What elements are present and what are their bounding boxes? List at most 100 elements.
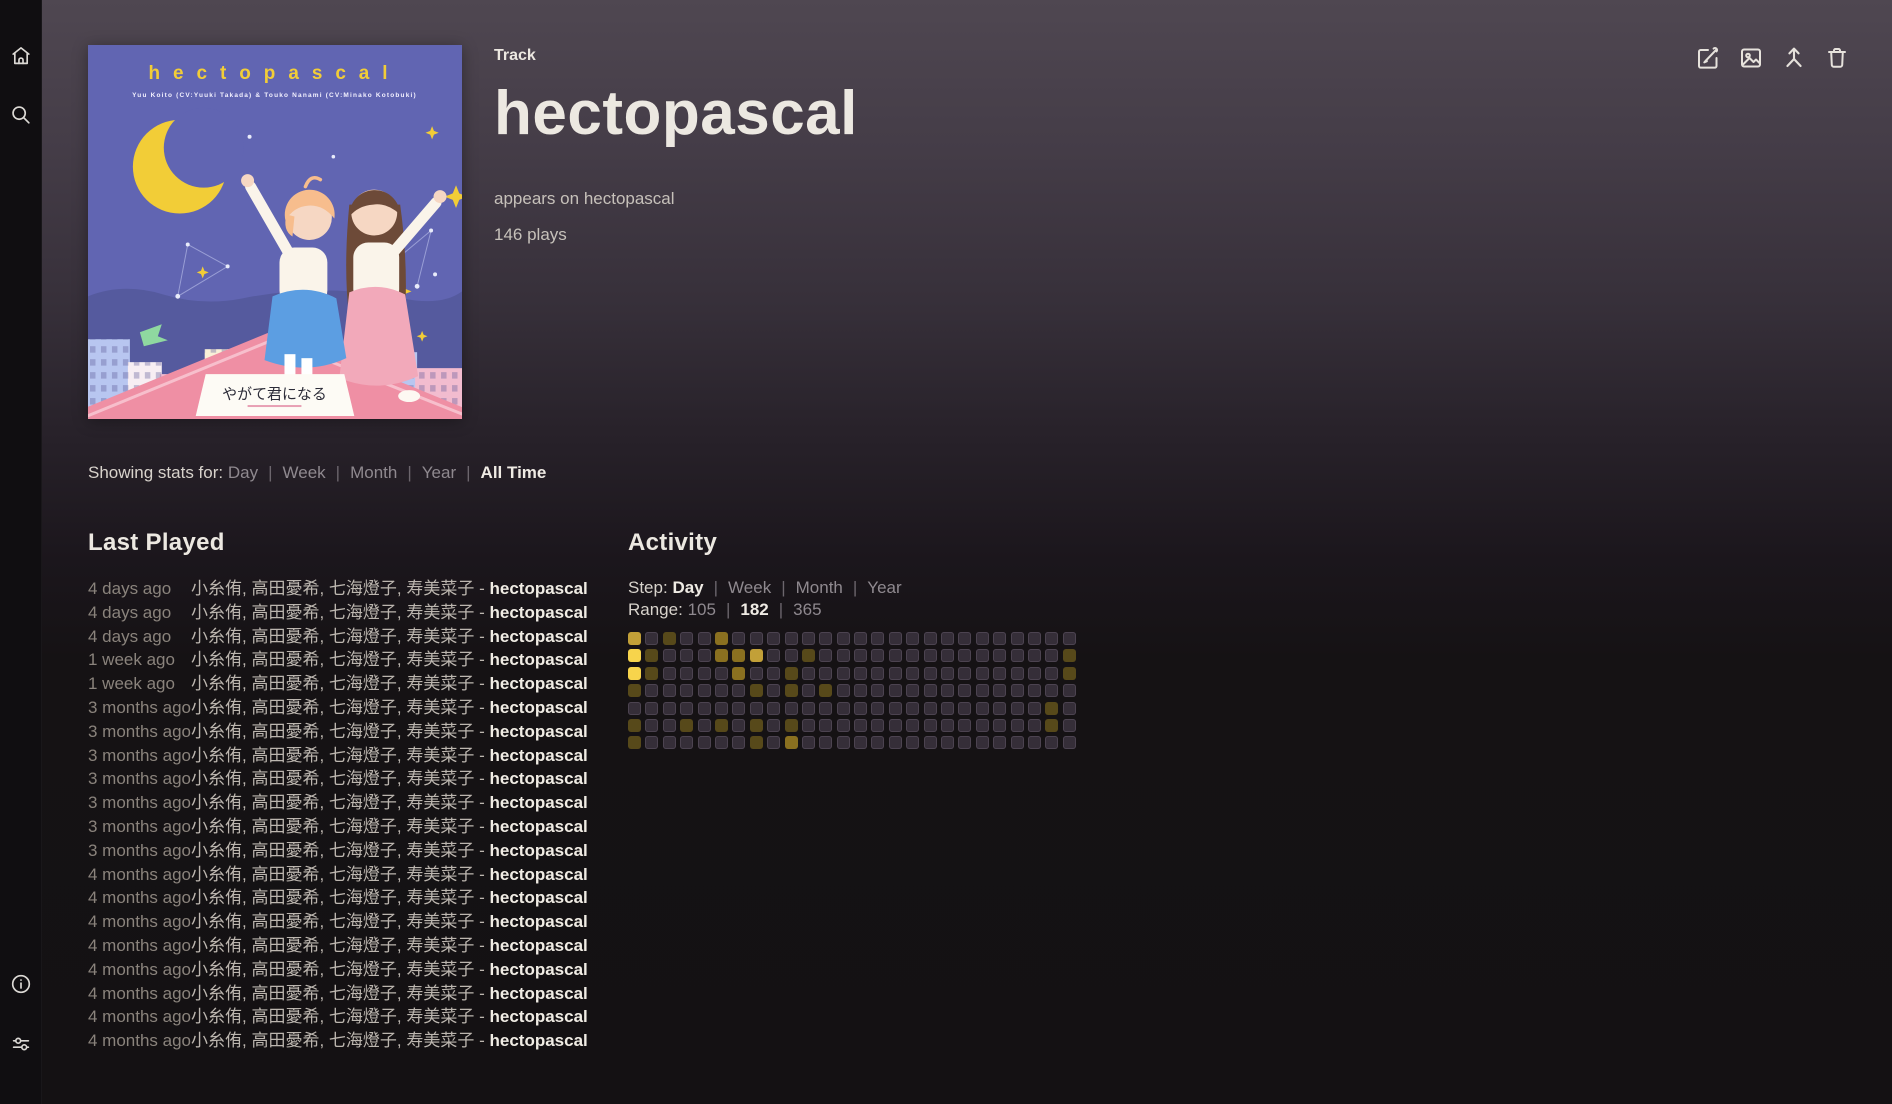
artist-link[interactable]: 小糸侑 xyxy=(191,650,242,669)
stats-option-day[interactable]: Day xyxy=(228,463,258,482)
activity-day-cell[interactable] xyxy=(645,667,658,680)
artist-link[interactable]: 寿美菜子 xyxy=(406,579,474,598)
info-icon[interactable] xyxy=(9,972,33,996)
stats-option-week[interactable]: Week xyxy=(283,463,326,482)
activity-day-cell[interactable] xyxy=(993,667,1006,680)
activity-day-cell[interactable] xyxy=(663,632,676,645)
artist-link[interactable]: 高田憂希 xyxy=(251,865,319,884)
activity-day-cell[interactable] xyxy=(1063,702,1076,715)
artist-link[interactable]: 寿美菜子 xyxy=(406,698,474,717)
activity-day-cell[interactable] xyxy=(785,649,798,662)
activity-day-cell[interactable] xyxy=(767,632,780,645)
artist-link[interactable]: 七海燈子 xyxy=(329,936,397,955)
activity-day-cell[interactable] xyxy=(854,702,867,715)
artist-link[interactable]: 小糸侑 xyxy=(191,984,242,1003)
activity-day-cell[interactable] xyxy=(906,632,919,645)
activity-day-cell[interactable] xyxy=(680,719,693,732)
activity-day-cell[interactable] xyxy=(1028,649,1041,662)
activity-day-cell[interactable] xyxy=(767,649,780,662)
activity-day-cell[interactable] xyxy=(715,736,728,749)
track-link[interactable]: hectopascal xyxy=(489,888,587,907)
artist-link[interactable]: 七海燈子 xyxy=(329,698,397,717)
activity-day-cell[interactable] xyxy=(645,719,658,732)
activity-day-cell[interactable] xyxy=(785,702,798,715)
artist-link[interactable]: 寿美菜子 xyxy=(406,841,474,860)
activity-day-cell[interactable] xyxy=(732,702,745,715)
home-icon[interactable] xyxy=(9,44,33,68)
track-link[interactable]: hectopascal xyxy=(489,1031,587,1050)
artist-link[interactable]: 七海燈子 xyxy=(329,841,397,860)
track-link[interactable]: hectopascal xyxy=(489,936,587,955)
activity-day-cell[interactable] xyxy=(767,667,780,680)
activity-day-cell[interactable] xyxy=(680,667,693,680)
activity-day-cell[interactable] xyxy=(785,719,798,732)
activity-day-cell[interactable] xyxy=(941,702,954,715)
activity-day-cell[interactable] xyxy=(1011,702,1024,715)
artist-link[interactable]: 七海燈子 xyxy=(329,579,397,598)
activity-day-cell[interactable] xyxy=(941,719,954,732)
artist-link[interactable]: 寿美菜子 xyxy=(406,1007,474,1026)
artist-link[interactable]: 寿美菜子 xyxy=(406,746,474,765)
artist-link[interactable]: 小糸侑 xyxy=(191,817,242,836)
merge-icon[interactable] xyxy=(1781,45,1807,71)
activity-day-cell[interactable] xyxy=(941,649,954,662)
activity-day-cell[interactable] xyxy=(993,684,1006,697)
artist-link[interactable]: 七海燈子 xyxy=(329,650,397,669)
track-link[interactable]: hectopascal xyxy=(489,627,587,646)
artist-link[interactable]: 七海燈子 xyxy=(329,1007,397,1026)
activity-day-cell[interactable] xyxy=(837,632,850,645)
activity-day-cell[interactable] xyxy=(1028,719,1041,732)
artist-link[interactable]: 高田憂希 xyxy=(251,1031,319,1050)
activity-day-cell[interactable] xyxy=(750,667,763,680)
artist-link[interactable]: 高田憂希 xyxy=(251,817,319,836)
activity-day-cell[interactable] xyxy=(906,702,919,715)
artist-link[interactable]: 高田憂希 xyxy=(251,722,319,741)
activity-day-cell[interactable] xyxy=(732,684,745,697)
artist-link[interactable]: 小糸侑 xyxy=(191,579,242,598)
activity-day-cell[interactable] xyxy=(889,702,902,715)
activity-day-cell[interactable] xyxy=(819,684,832,697)
activity-day-cell[interactable] xyxy=(1063,649,1076,662)
activity-day-cell[interactable] xyxy=(1028,632,1041,645)
artist-link[interactable]: 七海燈子 xyxy=(329,817,397,836)
artist-link[interactable]: 小糸侑 xyxy=(191,1031,242,1050)
activity-day-cell[interactable] xyxy=(958,719,971,732)
activity-day-cell[interactable] xyxy=(663,702,676,715)
activity-day-cell[interactable] xyxy=(785,736,798,749)
artist-link[interactable]: 小糸侑 xyxy=(191,912,242,931)
activity-day-cell[interactable] xyxy=(802,632,815,645)
activity-day-cell[interactable] xyxy=(802,667,815,680)
activity-day-cell[interactable] xyxy=(1011,632,1024,645)
artist-link[interactable]: 小糸侑 xyxy=(191,936,242,955)
activity-day-cell[interactable] xyxy=(1045,702,1058,715)
activity-day-cell[interactable] xyxy=(993,702,1006,715)
activity-day-cell[interactable] xyxy=(802,684,815,697)
activity-day-cell[interactable] xyxy=(1011,667,1024,680)
artist-link[interactable]: 小糸侑 xyxy=(191,722,242,741)
activity-day-cell[interactable] xyxy=(924,719,937,732)
activity-day-cell[interactable] xyxy=(889,667,902,680)
activity-day-cell[interactable] xyxy=(715,649,728,662)
activity-day-cell[interactable] xyxy=(680,684,693,697)
activity-day-cell[interactable] xyxy=(698,702,711,715)
activity-day-cell[interactable] xyxy=(750,702,763,715)
activity-day-cell[interactable] xyxy=(628,736,641,749)
activity-day-cell[interactable] xyxy=(837,719,850,732)
activity-day-cell[interactable] xyxy=(628,649,641,662)
step-option-year[interactable]: Year xyxy=(867,578,901,597)
activity-day-cell[interactable] xyxy=(1028,684,1041,697)
artist-link[interactable]: 寿美菜子 xyxy=(406,793,474,812)
activity-day-cell[interactable] xyxy=(663,667,676,680)
artist-link[interactable]: 七海燈子 xyxy=(329,722,397,741)
activity-day-cell[interactable] xyxy=(732,736,745,749)
track-link[interactable]: hectopascal xyxy=(489,841,587,860)
activity-day-cell[interactable] xyxy=(941,667,954,680)
activity-day-cell[interactable] xyxy=(628,719,641,732)
artist-link[interactable]: 寿美菜子 xyxy=(406,888,474,907)
artist-link[interactable]: 高田憂希 xyxy=(251,960,319,979)
artist-link[interactable]: 小糸侑 xyxy=(191,865,242,884)
activity-day-cell[interactable] xyxy=(663,736,676,749)
activity-day-cell[interactable] xyxy=(941,736,954,749)
artist-link[interactable]: 小糸侑 xyxy=(191,960,242,979)
artist-link[interactable]: 七海燈子 xyxy=(329,912,397,931)
